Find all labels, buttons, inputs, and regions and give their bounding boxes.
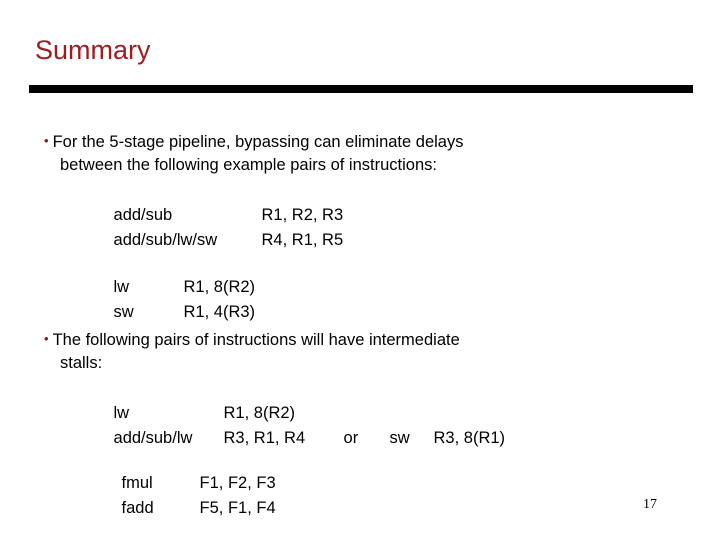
instruction-opcode: sw <box>113 303 134 321</box>
instruction-alternative-operands: R3, 8(R1) <box>433 429 506 447</box>
bullet-item-1-label: For the 5-stage pipeline, bypassing can … <box>52 133 464 151</box>
instruction-row: fadd F5, F1, F4 <box>94 471 380 546</box>
instruction-opcode: fadd <box>121 499 154 517</box>
slide-body: • For the 5-stage pipeline, bypassing can… <box>0 0 720 540</box>
bullet-item-2: • The following pairs of instructions wil… <box>44 326 460 353</box>
instruction-operands: R1, 4(R3) <box>183 303 256 321</box>
slide: Summary • For the 5-stage pipeline, bypas… <box>0 0 720 540</box>
bullet-item-1: • For the 5-stage pipeline, bypassing can… <box>44 128 463 155</box>
instruction-operands: F5, F1, F4 <box>199 499 276 517</box>
instruction-alternative-opcode: sw <box>389 429 410 447</box>
page-number: 17 <box>643 497 657 512</box>
bullet-item-2-continuation: stalls: <box>60 354 103 372</box>
bullet-dot-icon: • <box>44 331 49 346</box>
bullet-dot-icon: • <box>44 133 49 148</box>
bullet-item-1-continuation: between the following example pairs of i… <box>60 156 437 174</box>
bullet-item-2-label: The following pairs of instructions will… <box>52 331 460 349</box>
